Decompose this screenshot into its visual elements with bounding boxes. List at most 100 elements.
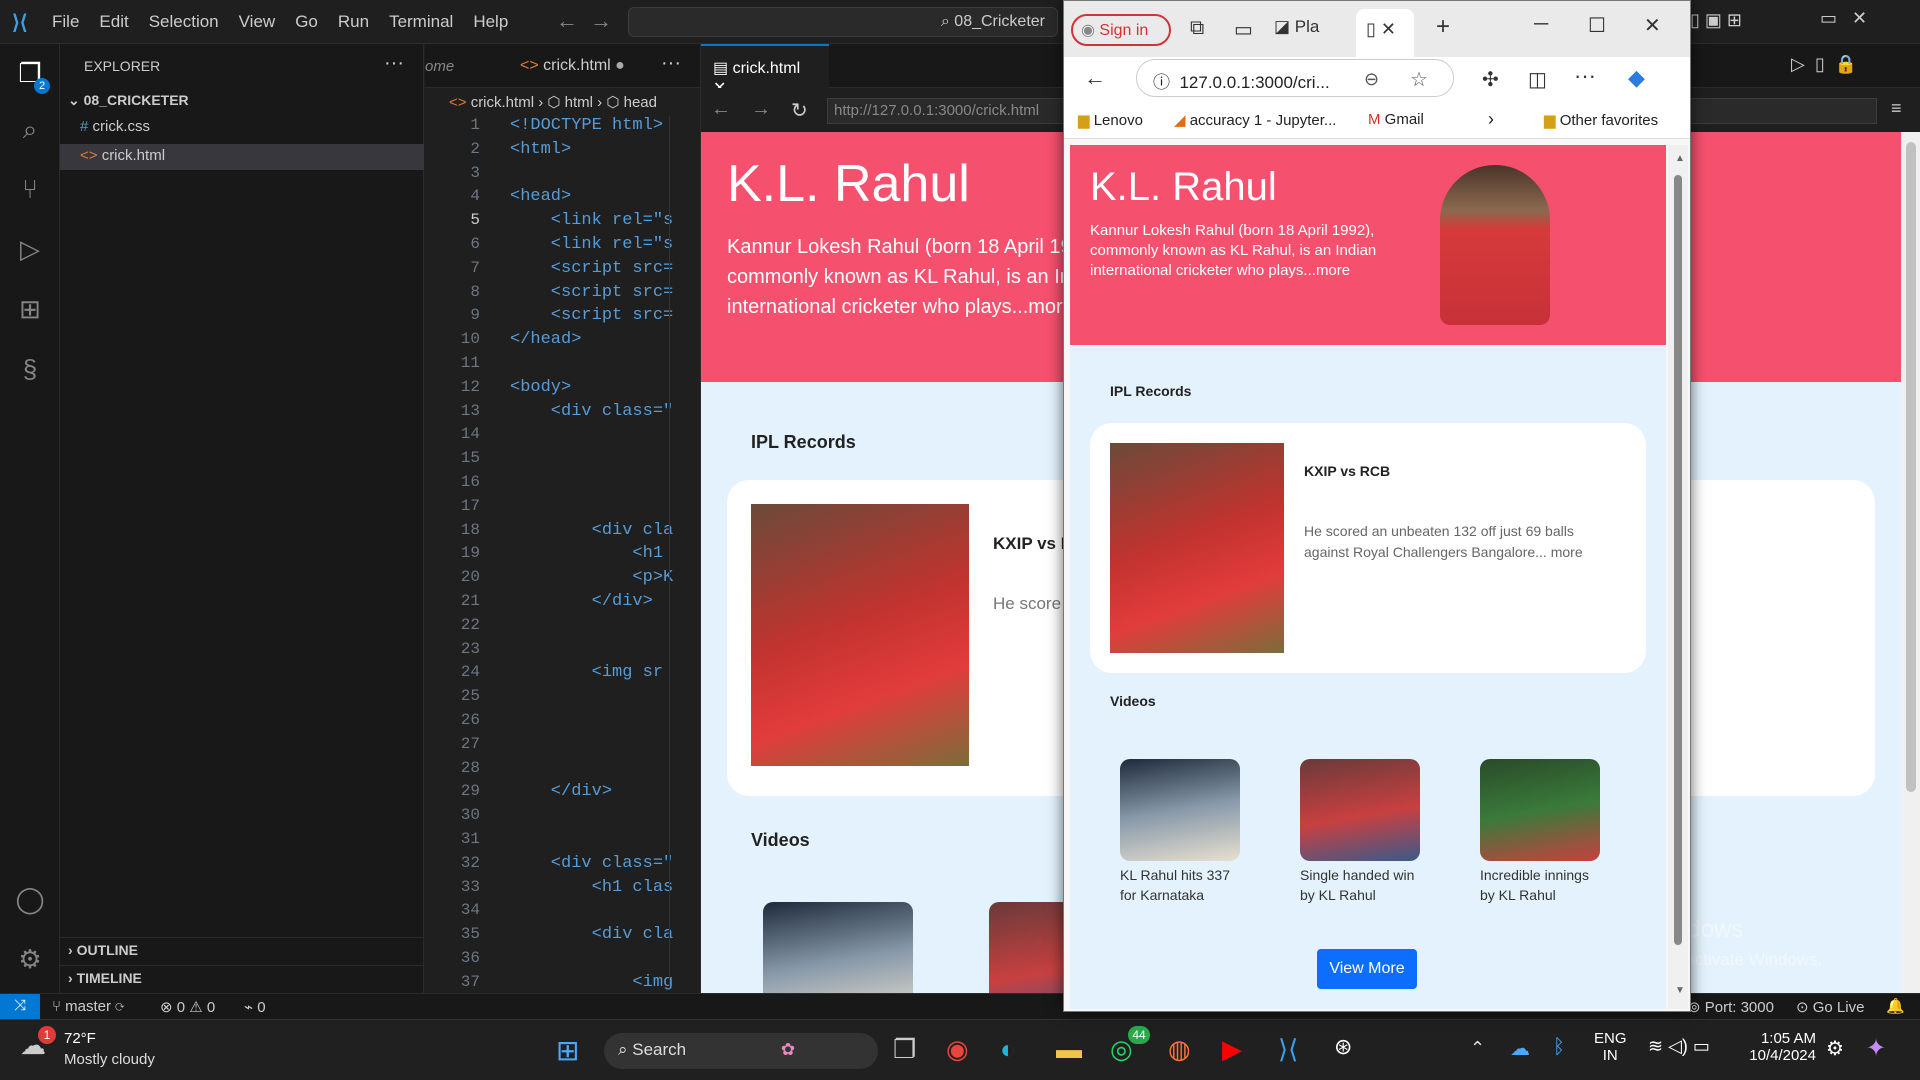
menu-file[interactable]: File	[52, 12, 79, 32]
browser-tab-1[interactable]: ◪ Pla	[1274, 17, 1319, 37]
code-line[interactable]: <p>K	[510, 568, 700, 592]
video-thumbnail[interactable]	[1480, 759, 1600, 861]
code-line[interactable]: <script src=	[510, 259, 700, 283]
code-line[interactable]: <div cla	[510, 925, 700, 949]
notifications-icon[interactable]: 🔔	[1886, 997, 1905, 1015]
bluetooth-icon[interactable]: ᛒ	[1553, 1036, 1565, 1059]
scroll-down-icon[interactable]: ▼	[1675, 985, 1685, 996]
forward-icon[interactable]: →	[751, 98, 771, 121]
language-indicator[interactable]: ENG IN	[1594, 1030, 1627, 1064]
bookmark-jupyter[interactable]: ◢ accuracy 1 - Jupyter...	[1174, 111, 1336, 129]
breadcrumb-head[interactable]: head	[624, 94, 657, 111]
settings-icon[interactable]: ⚙	[1826, 1036, 1844, 1061]
code-line[interactable]: <link rel="s	[510, 211, 700, 235]
collections-icon[interactable]: ⧉	[1190, 17, 1204, 40]
browser-back-icon[interactable]: ←	[1084, 65, 1106, 91]
video-card[interactable]: KL Rahul hits 337 for Karnataka	[1120, 759, 1240, 905]
go-live-button[interactable]: ⊙ Go Live	[1796, 998, 1864, 1016]
windows-start-icon[interactable]: ⊞	[556, 1034, 579, 1067]
tab-welcome[interactable]: ome	[425, 58, 454, 75]
source-control-icon[interactable]: ⑂	[14, 174, 46, 206]
code-line[interactable]	[510, 354, 700, 378]
remote-icon[interactable]: ⤨	[0, 994, 40, 1020]
copilot-icon[interactable]: ✦	[1866, 1034, 1886, 1063]
vscode-taskbar-icon[interactable]: ⟩⟨	[1278, 1034, 1298, 1065]
back-arrow-icon[interactable]: ←	[556, 8, 578, 34]
scrollbar-thumb[interactable]	[1674, 175, 1682, 945]
menu-terminal[interactable]: Terminal	[389, 12, 453, 32]
port-status[interactable]: ⊚ Port: 3000	[1688, 998, 1774, 1016]
search-icon[interactable]: ⌕	[14, 114, 46, 146]
extensions-icon[interactable]: ⊞	[14, 294, 46, 326]
video-thumbnail[interactable]	[1300, 759, 1420, 861]
menu-edit[interactable]: Edit	[99, 12, 128, 32]
tab-more-icon[interactable]: ···	[661, 52, 681, 75]
menu-help[interactable]: Help	[473, 12, 508, 32]
code-line[interactable]: <div class="	[510, 854, 700, 878]
preview-video-thumb[interactable]	[763, 902, 913, 993]
bookmark-lenovo[interactable]: ▆ Lenovo	[1078, 111, 1143, 129]
sign-in-button[interactable]: ◉ Sign in	[1071, 14, 1171, 46]
code-line[interactable]: <h1 clas	[510, 878, 700, 902]
menu-selection[interactable]: Selection	[149, 12, 219, 32]
breadcrumb-html[interactable]: html	[565, 94, 593, 111]
folder-header[interactable]: ⌄ 08_CRICKETER	[68, 92, 189, 109]
firefox-icon[interactable]: ◍	[1168, 1034, 1191, 1065]
back-icon[interactable]: ←	[711, 98, 731, 121]
run-debug-icon[interactable]: ▷	[14, 234, 46, 266]
code-line[interactable]: <body>	[510, 378, 700, 402]
code-line[interactable]: <html>	[510, 140, 700, 164]
browser-address-bar[interactable]: ⓘ 127.0.0.1:3000/cri...	[1136, 59, 1454, 97]
hamburger-icon[interactable]: ≡	[1891, 98, 1902, 119]
problems-status[interactable]: ⊗ 0 ⚠ 0	[160, 998, 215, 1016]
code-line[interactable]	[510, 687, 700, 711]
outline-section[interactable]: › OUTLINE	[60, 937, 424, 963]
file-explorer-icon[interactable]: ▬	[1056, 1034, 1082, 1065]
scroll-up-icon[interactable]: ▲	[1675, 153, 1685, 164]
split-screen-icon[interactable]: ◫	[1528, 67, 1547, 92]
code-line[interactable]	[510, 901, 700, 925]
code-line[interactable]	[510, 164, 700, 188]
video-thumbnail[interactable]	[1120, 759, 1240, 861]
close-window-icon[interactable]: ✕	[1644, 13, 1661, 38]
code-line[interactable]: <script src=	[510, 306, 700, 330]
cricket-app-icon[interactable]: ⊛	[1334, 1034, 1352, 1060]
preview-scrollbar[interactable]	[1901, 132, 1920, 993]
window-controls[interactable]: ▭ ✕	[1820, 8, 1867, 29]
code-line[interactable]: <!DOCTYPE html>	[510, 116, 700, 140]
chrome-icon[interactable]: ◉	[946, 1034, 969, 1065]
onedrive-icon[interactable]: ☁	[1510, 1036, 1530, 1061]
code-line[interactable]	[510, 497, 700, 521]
code-line[interactable]: <img sr	[510, 663, 700, 687]
more-actions-icon[interactable]: ···	[384, 52, 404, 75]
code-line[interactable]	[510, 616, 700, 640]
code-line[interactable]: <head>	[510, 187, 700, 211]
other-favorites[interactable]: ▆ Other favorites	[1544, 111, 1658, 129]
browser-tab-active[interactable]: ▯ ✕	[1356, 9, 1414, 57]
breadcrumb-file[interactable]: crick.html	[471, 94, 534, 111]
code-line[interactable]: <div cla	[510, 521, 700, 545]
forward-arrow-icon[interactable]: →	[590, 8, 612, 34]
code-line[interactable]	[510, 759, 700, 783]
code-line[interactable]	[510, 473, 700, 497]
code-line[interactable]: </head>	[510, 330, 700, 354]
code-line[interactable]	[510, 449, 700, 473]
clock[interactable]: 1:05 AM 10/4/2024	[1746, 1030, 1816, 1064]
view-more-button[interactable]: View More	[1317, 949, 1417, 989]
layout-icons[interactable]: ▯ ▣ ⊞	[1690, 10, 1742, 31]
menu-go[interactable]: Go	[295, 12, 318, 32]
menu-view[interactable]: View	[239, 12, 276, 32]
code-line[interactable]	[510, 735, 700, 759]
taskbar-search[interactable]: ⌕ Search ✿	[604, 1033, 878, 1069]
extensions-puzzle-icon[interactable]: ✣	[1482, 67, 1499, 92]
account-icon[interactable]: ◯	[14, 884, 46, 916]
code-line[interactable]	[510, 830, 700, 854]
code-line[interactable]	[510, 425, 700, 449]
bookmark-gmail[interactable]: M Gmail	[1368, 111, 1424, 128]
command-center-search[interactable]: ⌕ 08_Cricketer	[628, 7, 1058, 37]
wifi-icon[interactable]: ≋ ◁) ▭	[1648, 1036, 1710, 1057]
code-line[interactable]: <script src=	[510, 283, 700, 307]
chevron-up-icon[interactable]: ⌃	[1470, 1038, 1485, 1059]
code-line[interactable]	[510, 806, 700, 830]
video-card[interactable]: Incredible innings by KL Rahul	[1480, 759, 1600, 905]
